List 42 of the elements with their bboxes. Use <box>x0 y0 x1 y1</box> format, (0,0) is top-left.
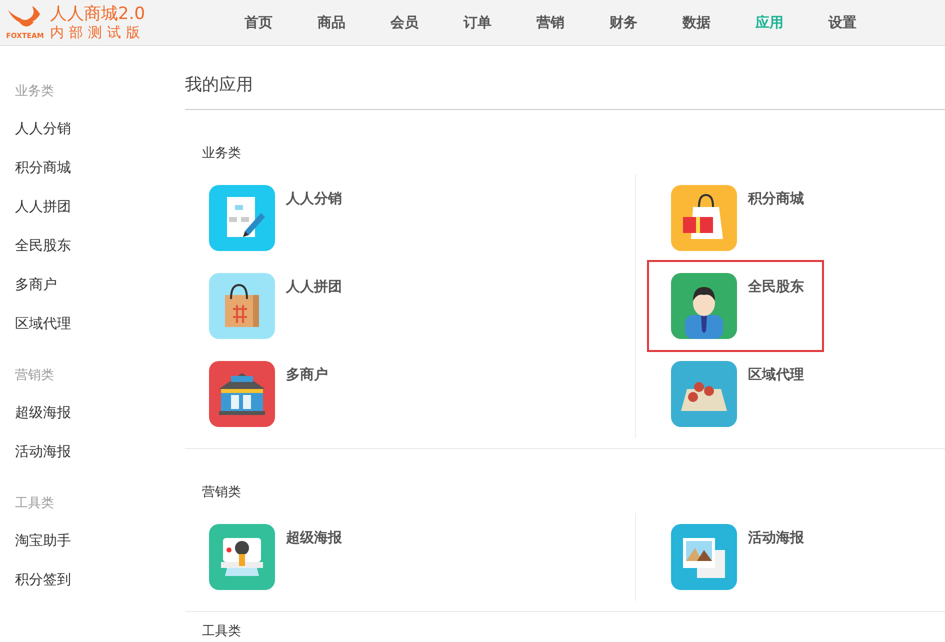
app-name[interactable]: 全民股东 <box>748 273 804 296</box>
nav-tab[interactable]: 订单 <box>441 14 514 32</box>
app-name[interactable]: 多商户 <box>286 361 328 384</box>
sidebar-item[interactable]: 淘宝助手 <box>15 522 185 561</box>
nav-tab[interactable]: 数据 <box>660 14 733 32</box>
app-icon[interactable] <box>209 524 275 590</box>
nav-tab[interactable]: 设置 <box>806 14 879 32</box>
app-name[interactable]: 人人拼团 <box>286 273 342 296</box>
sidebar-item[interactable]: 多商户 <box>15 266 185 305</box>
sidebar-item[interactable]: 积分签到 <box>15 561 185 600</box>
nav-tab[interactable]: 商品 <box>295 14 368 32</box>
sidebar-heading: 业务类 <box>15 83 55 101</box>
sidebar-item[interactable]: 全民股东 <box>15 227 185 266</box>
sidebar-heading: 工具类 <box>15 495 55 513</box>
sidebar-item[interactable]: 超级海报 <box>15 394 185 433</box>
app-icon[interactable] <box>671 273 737 339</box>
app-icon[interactable] <box>209 361 275 427</box>
page-title: 我的应用 <box>185 73 945 110</box>
section-heading: 营销类 <box>202 485 241 500</box>
nav-tab[interactable]: 营销 <box>514 14 587 32</box>
app-item[interactable]: 区域代理 <box>647 348 824 440</box>
section-heading: 业务类 <box>202 146 241 161</box>
sidebar-item[interactable]: 活动海报 <box>15 433 185 472</box>
sidebar-item[interactable]: 人人拼团 <box>15 188 185 227</box>
app-name[interactable]: 区域代理 <box>748 361 804 384</box>
app-name[interactable]: 积分商城 <box>748 185 804 208</box>
app-item[interactable]: 积分商城 <box>647 172 824 264</box>
sidebar-item[interactable]: 区域代理 <box>15 305 185 344</box>
sidebar-heading: 营销类 <box>15 367 55 385</box>
sidebar-item[interactable]: 人人分销 <box>15 110 185 149</box>
nav-tab[interactable]: 财务 <box>587 14 660 32</box>
app-name[interactable]: 超级海报 <box>286 524 342 547</box>
nav-tab[interactable]: 首页 <box>222 14 295 32</box>
app-name[interactable]: 人人分销 <box>286 185 342 208</box>
app-item[interactable]: 超级海报 <box>185 511 362 603</box>
section-heading: 工具类 <box>202 624 241 639</box>
app-name[interactable]: 活动海报 <box>748 524 804 547</box>
nav-tab[interactable]: 会员 <box>368 14 441 32</box>
app-item[interactable]: 活动海报 <box>647 511 824 603</box>
logo-subtitle: 内部测试版 <box>50 24 146 42</box>
logo-title: 人人商城2.0 <box>50 4 146 24</box>
sidebar-item[interactable]: 积分商城 <box>15 149 185 188</box>
